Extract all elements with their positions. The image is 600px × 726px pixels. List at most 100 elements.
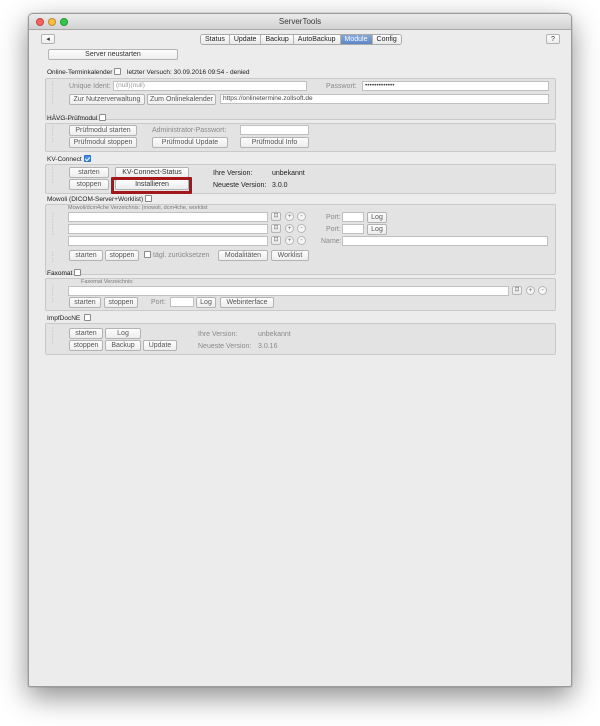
faxomat-checkbox[interactable] (74, 269, 82, 276)
tab-autobackup[interactable]: AutoBackup (293, 35, 341, 44)
drag-handle-icon: ⁞ ⁞ ⁞ ⁞ (52, 213, 54, 237)
kv-latest-version-label: Neueste Version: (213, 182, 267, 189)
impfdocne-update-button[interactable]: Update (143, 340, 177, 351)
kv-your-version-value: unbekannt (272, 170, 305, 177)
mowoli-port-field-1[interactable] (342, 212, 364, 222)
user-management-button[interactable]: Zur Nutzerverwaltung (69, 94, 145, 105)
mowoli-port-field-2[interactable] (342, 224, 364, 234)
mowoli-title: Mowoli (DICOM-Server+Worklist) (47, 196, 144, 203)
havg-update-button[interactable]: Prüfmodul Update (152, 137, 228, 148)
faxomat-port-field[interactable] (170, 297, 194, 307)
kv-connect-stop-button[interactable]: stoppen (69, 179, 109, 190)
faxomat-stop-button[interactable]: stoppen (104, 297, 138, 308)
help-button[interactable]: ? (546, 34, 560, 44)
folder-browse-icon[interactable]: ⊡ (271, 212, 281, 221)
mowoli-modalities-button[interactable]: Modalitäten (218, 250, 268, 261)
install-highlight-frame (111, 177, 192, 194)
tab-update[interactable]: Update (229, 35, 262, 44)
drag-handle-icon: ⁞ ⁞ ⁞ (52, 126, 54, 144)
close-window-button[interactable] (36, 18, 44, 26)
mowoli-daily-reset: tägl. zurücksetzen (144, 251, 209, 260)
remove-icon[interactable]: - (538, 286, 547, 295)
faxomat-title: Faxomat (47, 270, 73, 277)
add-icon[interactable]: + (526, 286, 535, 295)
drag-handle-icon: ⁞ ⁞ ⁞ (52, 328, 54, 346)
back-arrow-icon[interactable]: ◂ (41, 34, 55, 44)
server-restart-button[interactable]: Server neustarten (48, 49, 178, 60)
mowoli-log-button-1[interactable]: Log (367, 212, 387, 223)
drag-handle-icon: ⁞ ⁞ ⁞ ⁞ (52, 82, 54, 106)
remove-icon[interactable]: - (297, 236, 306, 245)
server-tools-window: ServerTools ◂ Status Update Backup AutoB… (28, 13, 572, 687)
havg-start-button[interactable]: Prüfmodul starten (69, 125, 137, 136)
mowoli-path-field-3[interactable] (68, 236, 268, 246)
drag-handle-icon: ⁞ ⁞ ⁞ (52, 167, 54, 185)
impf-latest-version-value: 3.0.16 (258, 343, 278, 350)
tab-status[interactable]: Status (201, 35, 230, 44)
admin-password-label: Administrator-Passwort: (152, 127, 227, 134)
impfdocne-log-button[interactable]: Log (105, 328, 141, 339)
online-termin-title: Online-Terminkalender (47, 69, 113, 76)
zoom-window-button[interactable] (60, 18, 68, 26)
kv-connect-start-button[interactable]: starten (69, 167, 109, 178)
tab-backup[interactable]: Backup (261, 35, 294, 44)
online-termin-checkbox[interactable] (114, 68, 122, 75)
last-attempt-text: letzter Versuch: 30.09.2016 09:54 - deni… (127, 69, 250, 76)
online-termin-header: Online-Terminkalender (47, 68, 122, 77)
havg-checkbox[interactable] (99, 114, 107, 121)
faxomat-port-label: Port: (151, 299, 166, 306)
faxomat-log-button[interactable]: Log (196, 297, 216, 308)
add-icon[interactable]: + (285, 224, 294, 233)
havg-header: HÄVG-Prüfmodul (47, 114, 107, 123)
mowoli-name-label: Name: (321, 238, 342, 245)
daily-reset-checkbox[interactable] (144, 251, 151, 258)
admin-password-field[interactable] (240, 125, 309, 135)
mowoli-log-button-2[interactable]: Log (367, 224, 387, 235)
folder-browse-icon[interactable]: ⊡ (271, 224, 281, 233)
unique-ident-field[interactable]: (null)(null) (113, 81, 307, 91)
add-icon[interactable]: + (285, 236, 294, 245)
mowoli-start-button[interactable]: starten (69, 250, 103, 261)
mowoli-path-field-1[interactable] (68, 212, 268, 222)
calendar-url-field[interactable]: https://onlinetermine.zollsoft.de (220, 94, 549, 104)
password-field[interactable]: ••••••••••••• (362, 81, 549, 91)
impfdocne-title: ImpfDocNE (47, 315, 81, 322)
online-calendar-button[interactable]: Zum Onlinekalender (147, 94, 216, 105)
main-tabs: Status Update Backup AutoBackup Module C… (200, 34, 402, 45)
title-bar: ServerTools (29, 14, 571, 30)
kv-connect-checkbox[interactable] (83, 155, 91, 162)
folder-browse-icon[interactable]: ⊡ (512, 286, 522, 295)
remove-icon[interactable]: - (297, 212, 306, 221)
mowoli-worklist-button[interactable]: Worklist (271, 250, 309, 261)
kv-your-version-label: Ihre Version: (213, 170, 253, 177)
password-label: Passwort: (326, 83, 357, 90)
daily-reset-label: tägl. zurücksetzen (153, 252, 210, 259)
window-title: ServerTools (278, 17, 322, 26)
mowoli-port-label-1: Port: (326, 214, 341, 221)
minimize-window-button[interactable] (48, 18, 56, 26)
unique-ident-label: Unique Ident: (69, 83, 111, 90)
impfdocne-backup-button[interactable]: Backup (105, 340, 141, 351)
havg-info-button[interactable]: Prüfmodul Info (240, 137, 309, 148)
add-icon[interactable]: + (285, 212, 294, 221)
kv-connect-title: KV-Connect (47, 156, 82, 163)
impfdocne-checkbox[interactable] (84, 314, 92, 321)
faxomat-path-field[interactable] (68, 286, 509, 296)
tab-module[interactable]: Module (340, 35, 373, 44)
faxomat-start-button[interactable]: starten (69, 297, 101, 308)
faxomat-header: Faxomat (47, 269, 82, 278)
kv-latest-version-value: 3.0.0 (272, 182, 288, 189)
tab-config[interactable]: Config (372, 35, 401, 44)
remove-icon[interactable]: - (297, 224, 306, 233)
mowoli-stop-button[interactable]: stoppen (105, 250, 139, 261)
mowoli-port-label-2: Port: (326, 226, 341, 233)
faxomat-webinterface-button[interactable]: Webinterface (220, 297, 274, 308)
mowoli-name-field[interactable] (342, 236, 548, 246)
mowoli-checkbox[interactable] (145, 195, 153, 202)
mowoli-path-field-2[interactable] (68, 224, 268, 234)
impfdocne-stop-button[interactable]: stoppen (69, 340, 103, 351)
impfdocne-start-button[interactable]: starten (69, 328, 103, 339)
kv-connect-header: KV-Connect (47, 155, 91, 164)
folder-browse-icon[interactable]: ⊡ (271, 236, 281, 245)
havg-stop-button[interactable]: Prüfmodul stoppen (69, 137, 137, 148)
